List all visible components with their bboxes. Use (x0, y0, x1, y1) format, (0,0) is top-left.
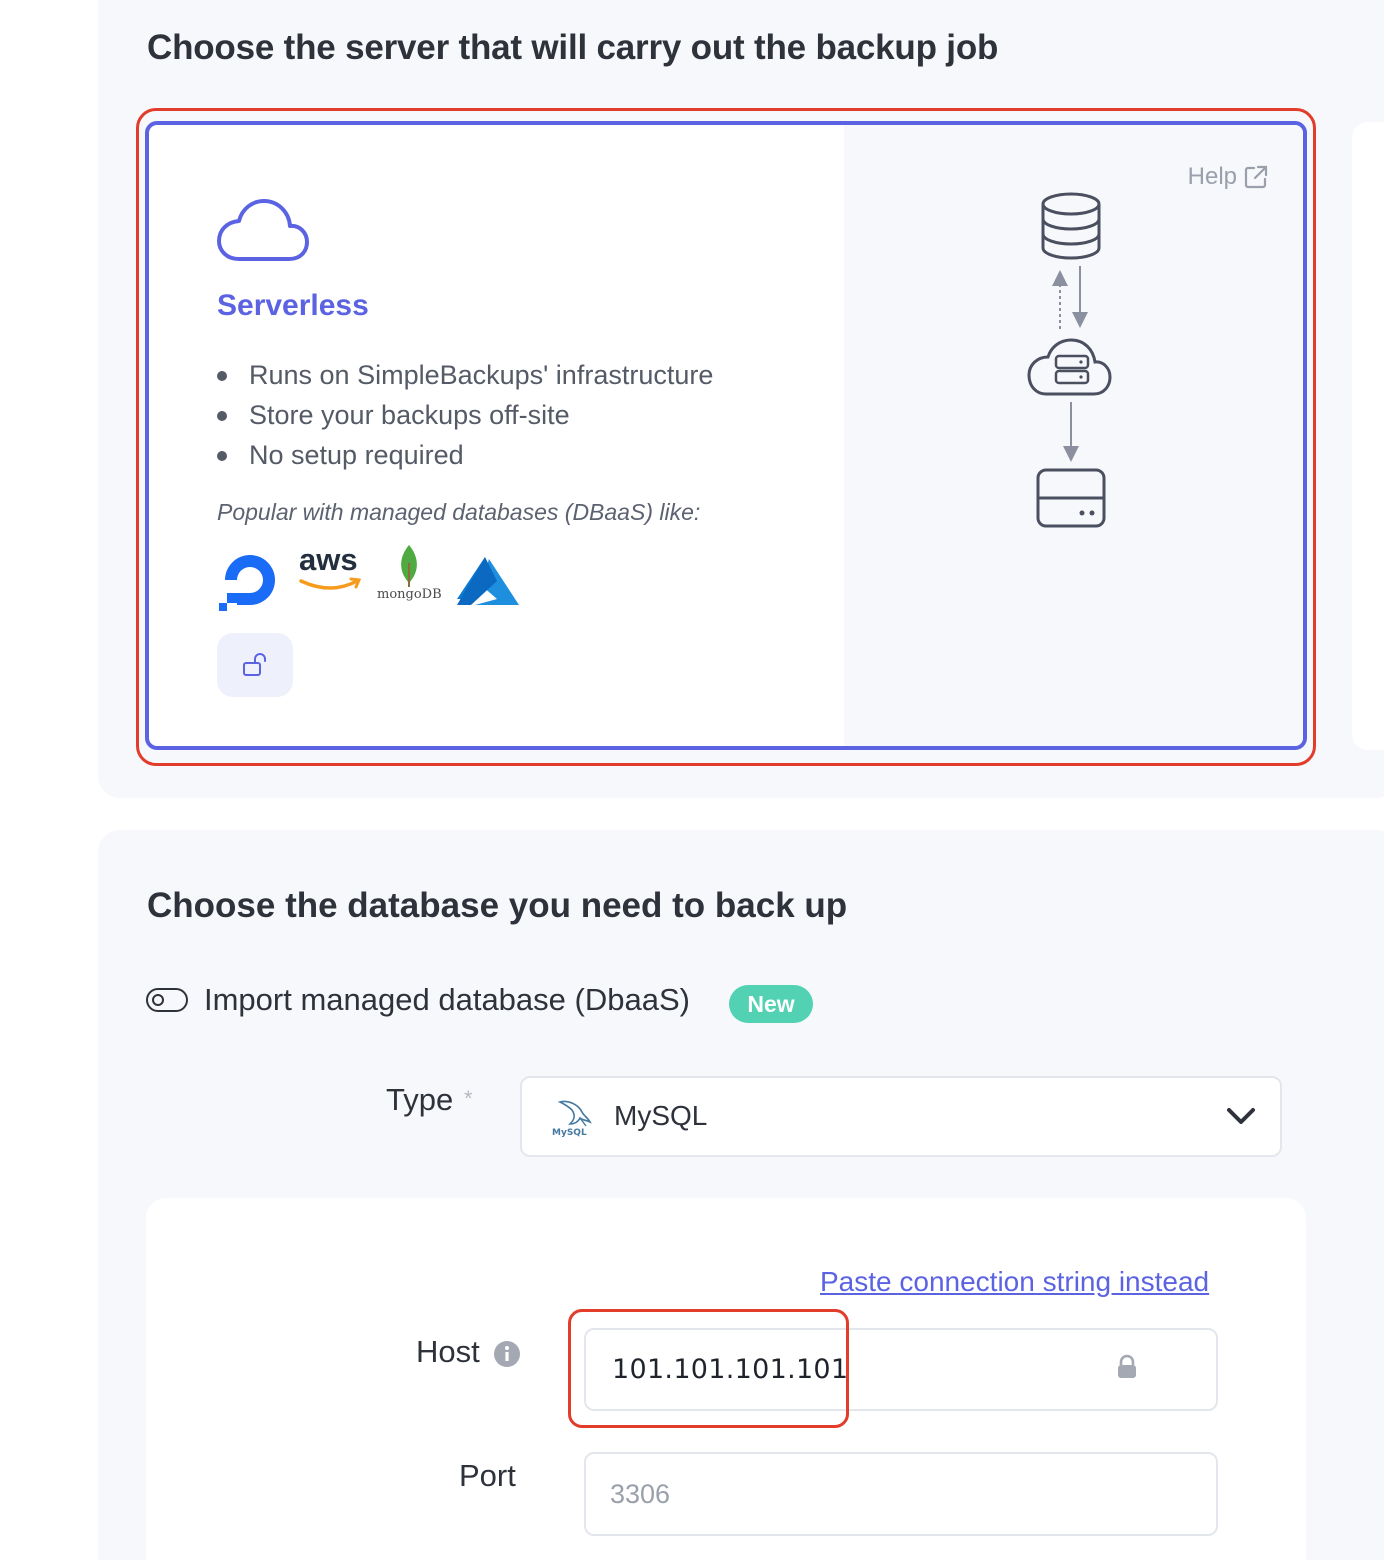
lock-icon (1116, 1354, 1138, 1385)
import-managed-toggle[interactable] (146, 988, 188, 1012)
chevron-down-icon (1226, 1106, 1256, 1131)
database-type-select[interactable]: MySQL MySQL (520, 1076, 1282, 1157)
port-input[interactable] (584, 1452, 1218, 1536)
new-badge: New (729, 985, 813, 1023)
host-label: Host (416, 1334, 480, 1369)
import-managed-label[interactable]: Import managed database (DbaaS) (204, 982, 690, 1018)
info-icon[interactable] (493, 1340, 521, 1373)
serverless-card-highlight (136, 108, 1316, 766)
port-label: Port (459, 1458, 516, 1493)
mysql-logo: MySQL (550, 1094, 596, 1145)
next-server-card[interactable] (1352, 122, 1384, 750)
paste-connection-string-link[interactable]: Paste connection string instead (820, 1266, 1209, 1298)
type-label: Type (386, 1082, 454, 1117)
required-mark: * (464, 1086, 473, 1111)
database-type-value: MySQL (614, 1100, 708, 1131)
host-value-highlight (568, 1309, 849, 1428)
database-section-heading: Choose the database you need to back up (147, 886, 848, 925)
toggle-knob (152, 994, 164, 1006)
